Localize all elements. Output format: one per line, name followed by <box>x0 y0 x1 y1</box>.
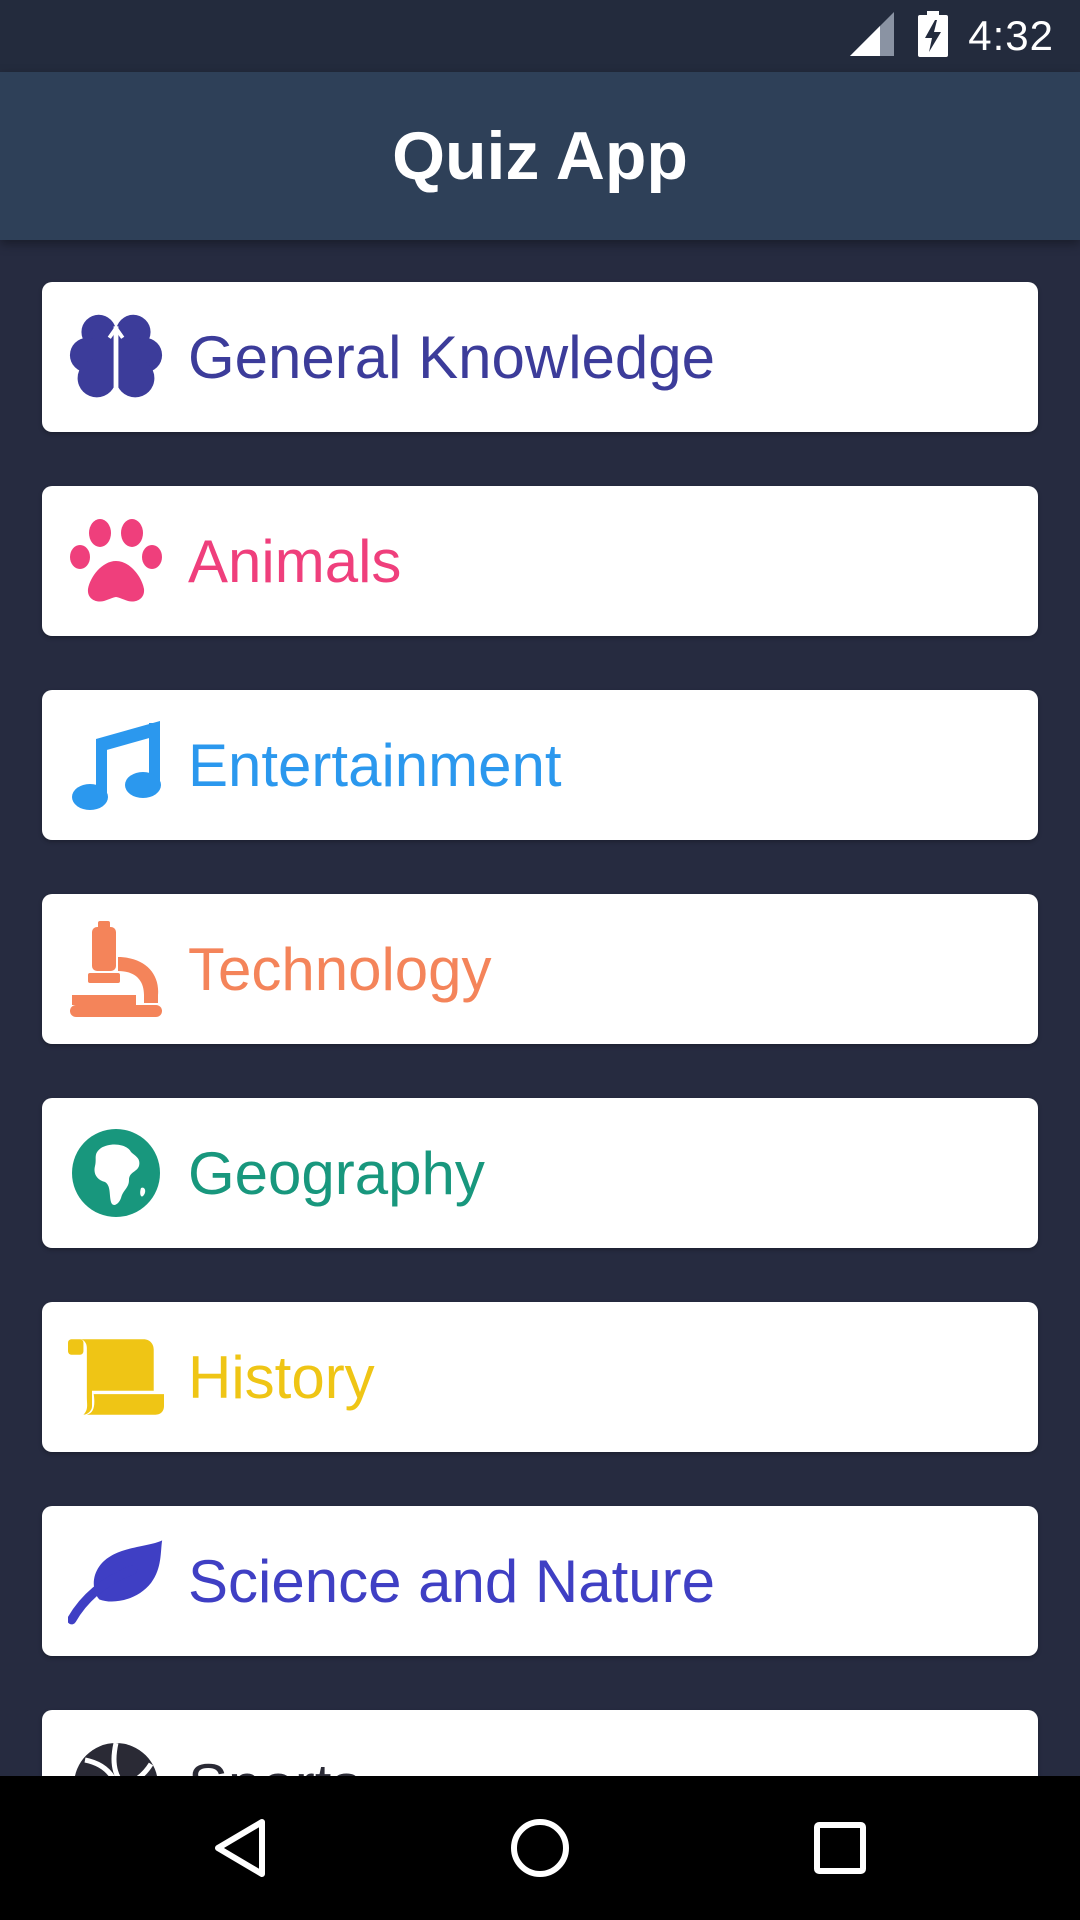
category-card-general-knowledge[interactable]: General Knowledge <box>42 282 1038 432</box>
category-card-animals[interactable]: Animals <box>42 486 1038 636</box>
category-card-sports[interactable]: Sports <box>42 1710 1038 1776</box>
leaf-icon <box>68 1533 164 1629</box>
recents-icon[interactable] <box>804 1812 876 1884</box>
category-card-geography[interactable]: Geography <box>42 1098 1038 1248</box>
globe-africa-icon <box>68 1125 164 1221</box>
category-label: Entertainment <box>188 731 562 799</box>
volleyball-icon <box>68 1737 164 1776</box>
microscope-icon <box>68 921 164 1017</box>
navigation-bar <box>0 1776 1080 1920</box>
cell-signal-icon <box>850 11 895 61</box>
scroll-icon <box>68 1329 164 1425</box>
status-bar: 4:32 <box>0 0 1080 72</box>
category-label: Animals <box>188 527 402 595</box>
brain-icon <box>68 309 164 405</box>
status-indicators: 4:32 <box>850 0 1054 72</box>
category-label: General Knowledge <box>188 323 716 391</box>
category-label: History <box>188 1343 375 1411</box>
category-label: Science and Nature <box>188 1547 715 1615</box>
category-card-science-and-nature[interactable]: Science and Nature <box>42 1506 1038 1656</box>
category-list[interactable]: General Knowledge Animals Entertainment … <box>0 240 1080 1776</box>
paw-icon <box>68 513 164 609</box>
back-icon[interactable] <box>204 1812 276 1884</box>
app-title: Quiz App <box>392 118 688 194</box>
app-bar: Quiz App <box>0 72 1080 240</box>
status-time: 4:32 <box>968 12 1054 59</box>
category-card-history[interactable]: History <box>42 1302 1038 1452</box>
category-card-entertainment[interactable]: Entertainment <box>42 690 1038 840</box>
music-note-icon <box>68 717 164 813</box>
home-icon[interactable] <box>504 1812 576 1884</box>
screen: 4:32 Quiz App General Knowledge Animals … <box>0 0 1080 1920</box>
category-label: Technology <box>188 935 492 1003</box>
category-card-technology[interactable]: Technology <box>42 894 1038 1044</box>
battery-charging-icon <box>918 10 949 62</box>
category-label: Sports <box>188 1751 361 1777</box>
category-label: Geography <box>188 1139 485 1207</box>
